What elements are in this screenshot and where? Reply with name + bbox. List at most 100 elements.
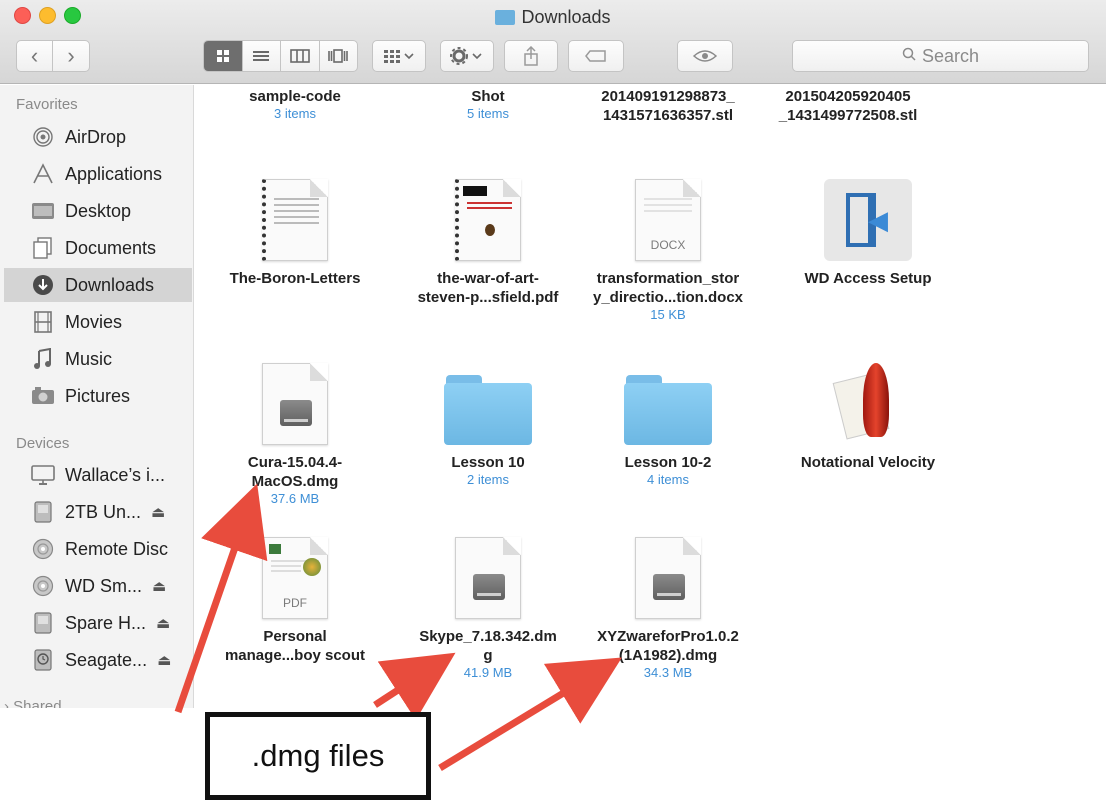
sidebar-item-label: Remote Disc	[65, 538, 169, 559]
sidebar-item-remote-disc[interactable]: Remote Disc	[4, 532, 192, 566]
file-item[interactable]: Lesson 10-2 4 items	[578, 359, 758, 488]
sidebar-item-computer[interactable]: Wallace’s i...	[4, 458, 192, 492]
stl-file-icon	[798, 0, 898, 79]
shared-header: › Shared	[4, 698, 62, 708]
file-item[interactable]: 201504205920405 _1431499772508.stl	[758, 0, 938, 125]
dmg-file-icon	[262, 363, 328, 445]
file-name: sample-code	[249, 88, 341, 105]
back-button[interactable]: ‹	[17, 41, 54, 71]
devices-header: Devices	[16, 435, 70, 452]
sidebar-item-music[interactable]: Music	[4, 342, 192, 376]
file-name: Skype_7.18.342.dm g	[419, 628, 557, 664]
file-extension-label: DOCX	[650, 238, 686, 252]
file-item[interactable]: XYZwareforPro1.0.2 (1A1982).dmg 34.3 MB	[578, 533, 758, 681]
file-item[interactable]: 201409191298873_ 1431571636357.stl	[578, 0, 758, 125]
sidebar-item-2tb-drive[interactable]: 2TB Un... ⏏	[4, 495, 192, 529]
sidebar-item-label: Wallace’s i...	[65, 464, 166, 485]
file-name: Personal manage...boy scout	[224, 628, 366, 664]
file-meta: 34.3 MB	[643, 665, 693, 680]
sidebar-item-documents[interactable]: Documents	[4, 231, 192, 265]
disclosure-icon[interactable]: ›	[4, 698, 13, 708]
file-item[interactable]: Cura-15.04.4- MacOS.dmg 37.6 MB	[205, 359, 385, 507]
sidebar-item-airdrop[interactable]: AirDrop	[4, 120, 192, 154]
disc-icon	[30, 538, 56, 560]
folder-icon	[624, 375, 712, 445]
file-item[interactable]: Shot 5 items	[398, 0, 578, 122]
file-item[interactable]: Notational Velocity	[778, 359, 958, 472]
file-extension-label: PDF	[283, 596, 307, 610]
sidebar-item-pictures[interactable]: Pictures	[4, 379, 192, 413]
sidebar-item-label: Pictures	[65, 385, 131, 406]
file-item[interactable]: Lesson 10 2 items	[398, 359, 578, 488]
applications-icon	[30, 163, 56, 185]
file-item[interactable]: Skype_7.18.342.dm g 41.9 MB	[398, 533, 578, 681]
pdf-icon	[455, 179, 521, 261]
file-item[interactable]: PDF Personal manage...boy scout	[205, 533, 385, 665]
sidebar-item-applications[interactable]: Applications	[4, 157, 192, 191]
sidebar: Favorites AirDrop Applications Desktop D…	[0, 85, 194, 708]
back-forward-group: ‹ ›	[16, 40, 90, 72]
file-meta: 2 items	[467, 472, 509, 487]
file-meta: 3 items	[274, 106, 316, 121]
file-name: Shot	[471, 88, 505, 105]
backup-drive-icon	[30, 649, 56, 671]
desktop-icon	[30, 200, 56, 222]
sidebar-item-downloads[interactable]: Downloads	[4, 268, 192, 302]
downloads-icon	[30, 274, 56, 296]
pictures-icon	[30, 385, 56, 407]
favorites-header: Favorites	[16, 96, 78, 113]
sidebar-item-seagate-drive[interactable]: Seagate... ⏏	[4, 643, 192, 677]
sidebar-item-label: Music	[65, 348, 113, 369]
sidebar-item-desktop[interactable]: Desktop	[4, 194, 192, 228]
sidebar-item-spare-drive[interactable]: Spare H... ⏏	[4, 606, 192, 640]
music-icon	[30, 348, 56, 370]
file-name: the-war-of-art- steven-p...sfield.pdf	[417, 270, 559, 306]
folder-icon	[245, 0, 345, 79]
dmg-file-icon	[455, 537, 521, 619]
disc-icon	[30, 575, 56, 597]
sidebar-item-label: Documents	[65, 237, 157, 258]
wd-access-app-icon: ◀	[824, 179, 912, 261]
sidebar-item-label: 2TB Un...	[65, 501, 142, 522]
rocket-app-icon	[832, 359, 903, 445]
docx-file-icon: DOCX	[635, 179, 701, 261]
sidebar-item-movies[interactable]: Movies	[4, 305, 192, 339]
file-meta: 15 KB	[650, 307, 686, 322]
sidebar-item-label: Applications	[65, 163, 163, 184]
finder-window: Downloads ‹ › Search Favorites AirDrop A…	[0, 0, 1106, 708]
document-icon	[262, 179, 328, 261]
file-item[interactable]: DOCX transformation_stor y_directio...ti…	[578, 175, 758, 323]
eject-icon[interactable]: ⏏	[152, 577, 166, 595]
file-name: Lesson 10-2	[624, 454, 712, 471]
eject-icon[interactable]: ⏏	[156, 614, 170, 632]
forward-icon: ›	[67, 43, 75, 68]
airdrop-icon	[30, 126, 56, 148]
file-name: 201409191298873_ 1431571636357.stl	[601, 88, 735, 124]
file-meta: 37.6 MB	[270, 491, 320, 506]
eject-icon[interactable]: ⏏	[151, 503, 165, 521]
file-item[interactable]: sample-code 3 items	[205, 0, 385, 122]
file-item[interactable]: ◀ WD Access Setup	[778, 175, 958, 288]
drive-icon	[30, 612, 56, 634]
sidebar-item-label: Desktop	[65, 200, 132, 221]
file-item[interactable]: the-war-of-art- steven-p...sfield.pdf	[398, 175, 578, 307]
annotation-label: .dmg files	[205, 712, 431, 800]
folder-icon	[444, 375, 532, 445]
file-meta: 41.9 MB	[463, 665, 513, 680]
sidebar-item-wd-disc[interactable]: WD Sm... ⏏	[4, 569, 192, 603]
file-name: WD Access Setup	[804, 270, 932, 287]
sidebar-item-label: WD Sm...	[65, 575, 142, 596]
documents-icon	[30, 237, 56, 259]
file-name: The-Boron-Letters	[229, 270, 361, 287]
file-item[interactable]: The-Boron-Letters	[205, 175, 385, 288]
sidebar-item-label: Seagate...	[65, 649, 148, 670]
file-name: Cura-15.04.4- MacOS.dmg	[247, 454, 343, 490]
forward-button[interactable]: ›	[53, 41, 89, 71]
computer-icon	[30, 464, 56, 486]
file-meta: 5 items	[467, 106, 509, 121]
file-name: XYZwareforPro1.0.2 (1A1982).dmg	[597, 628, 739, 664]
drive-icon	[30, 501, 56, 523]
eject-icon[interactable]: ⏏	[157, 651, 171, 669]
file-name: transformation_stor y_directio...tion.do…	[592, 270, 744, 306]
file-name: Notational Velocity	[800, 454, 936, 471]
